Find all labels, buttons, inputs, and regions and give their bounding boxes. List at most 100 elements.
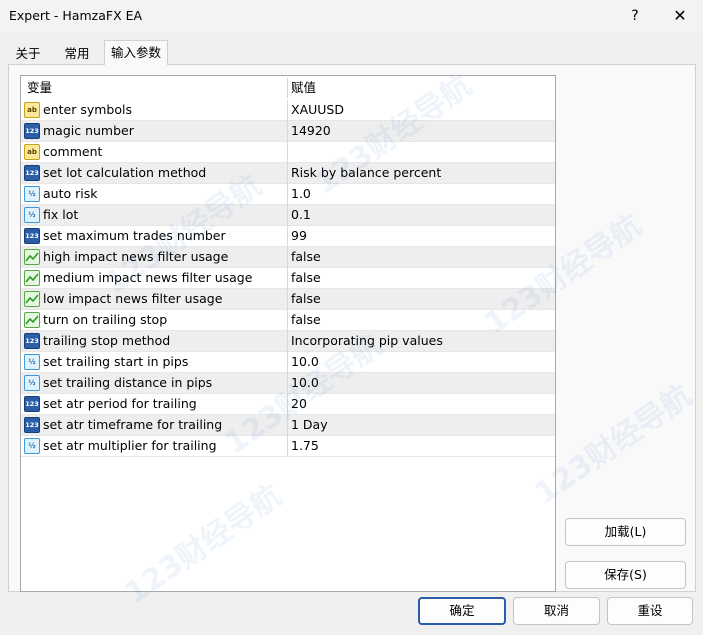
parameter-row[interactable]: 123 magic number 14920	[21, 121, 555, 142]
column-separator	[287, 142, 288, 163]
parameter-name: medium impact news filter usage	[43, 270, 253, 285]
bool-icon	[24, 312, 40, 328]
parameter-value[interactable]: 10.0	[291, 352, 319, 372]
parameter-name: fix lot	[43, 207, 79, 222]
column-separator	[287, 163, 288, 184]
parameter-row[interactable]: 123 trailing stop method Incorporating pip…	[21, 331, 555, 352]
column-separator	[287, 415, 288, 436]
parameter-value[interactable]: false	[291, 310, 321, 330]
parameter-row[interactable]: low impact news filter usage false	[21, 289, 555, 310]
parameter-row[interactable]: ab comment	[21, 142, 555, 163]
parameter-name: set trailing distance in pips	[43, 375, 213, 390]
parameter-value[interactable]: false	[291, 289, 321, 309]
column-separator	[287, 394, 288, 415]
header-variable[interactable]: 变量	[27, 76, 52, 100]
grid-header: 变量 赋值	[21, 76, 555, 100]
column-separator	[287, 352, 288, 373]
parameter-value[interactable]: 1.75	[291, 436, 319, 456]
column-separator	[287, 205, 288, 226]
fraction-icon: ½	[24, 186, 40, 202]
parameter-value[interactable]: 99	[291, 226, 307, 246]
parameter-value[interactable]: 10.0	[291, 373, 319, 393]
parameter-name: enter symbols	[43, 102, 132, 117]
123-icon: 123	[24, 123, 40, 139]
123-icon: 123	[24, 228, 40, 244]
ab-icon: ab	[24, 144, 40, 160]
column-separator	[287, 226, 288, 247]
parameter-name: comment	[43, 144, 103, 159]
column-separator	[287, 100, 288, 121]
load-button[interactable]: 加载(L)	[565, 518, 686, 546]
save-button[interactable]: 保存(S)	[565, 561, 686, 589]
parameter-row[interactable]: ½ set atr multiplier for trailing 1.75	[21, 436, 555, 457]
window-title: Expert - HamzaFX EA	[9, 8, 143, 23]
parameter-row[interactable]: ½ fix lot 0.1	[21, 205, 555, 226]
column-separator	[287, 247, 288, 268]
parameter-value[interactable]: false	[291, 268, 321, 288]
parameter-name: set atr period for trailing	[43, 396, 197, 411]
parameter-row[interactable]: high impact news filter usage false	[21, 247, 555, 268]
fraction-icon: ½	[24, 354, 40, 370]
parameter-row[interactable]: ½ set trailing start in pips 10.0	[21, 352, 555, 373]
bool-icon	[24, 270, 40, 286]
tab-about[interactable]: 关于	[14, 44, 42, 64]
parameter-value[interactable]: 20	[291, 394, 307, 414]
column-separator	[287, 184, 288, 205]
close-button[interactable]: ✕	[664, 4, 696, 28]
parameter-value[interactable]: false	[291, 247, 321, 267]
parameter-name: set atr timeframe for trailing	[43, 417, 223, 432]
parameter-value[interactable]: Incorporating pip values	[291, 331, 443, 351]
help-button[interactable]: ?	[621, 4, 649, 28]
parameter-row[interactable]: ½ set trailing distance in pips 10.0	[21, 373, 555, 394]
parameter-row[interactable]: 123 set atr period for trailing 20	[21, 394, 555, 415]
parameter-value[interactable]: Risk by balance percent	[291, 163, 441, 183]
parameter-name: low impact news filter usage	[43, 291, 223, 306]
tab-inputs[interactable]: 输入参数	[104, 40, 168, 65]
parameter-name: magic number	[43, 123, 134, 138]
parameter-row[interactable]: 123 set maximum trades number 99	[21, 226, 555, 247]
parameter-name: high impact news filter usage	[43, 249, 229, 264]
parameter-name: set maximum trades number	[43, 228, 226, 243]
parameter-value[interactable]: 1.0	[291, 184, 311, 204]
fraction-icon: ½	[24, 438, 40, 454]
parameter-value[interactable]: XAUUSD	[291, 100, 344, 120]
ok-button[interactable]: 确定	[418, 597, 506, 625]
parameter-name: set trailing start in pips	[43, 354, 189, 369]
column-separator	[287, 289, 288, 310]
reset-button[interactable]: 重设	[607, 597, 693, 625]
parameters-grid: 变量 赋值 ab enter symbols XAUUSD 123 magic numb…	[20, 75, 556, 592]
parameter-name: set lot calculation method	[43, 165, 207, 180]
123-icon: 123	[24, 396, 40, 412]
tab-common[interactable]: 常用	[60, 44, 94, 64]
parameter-row[interactable]: ½ auto risk 1.0	[21, 184, 555, 205]
ab-icon: ab	[24, 102, 40, 118]
parameter-name: trailing stop method	[43, 333, 171, 348]
fraction-icon: ½	[24, 375, 40, 391]
123-icon: 123	[24, 165, 40, 181]
column-separator	[287, 373, 288, 394]
column-separator	[287, 331, 288, 352]
parameter-row[interactable]: turn on trailing stop false	[21, 310, 555, 331]
parameter-row[interactable]: 123 set atr timeframe for trailing 1 Day	[21, 415, 555, 436]
bool-icon	[24, 291, 40, 307]
parameter-row[interactable]: ab enter symbols XAUUSD	[21, 100, 555, 121]
123-icon: 123	[24, 417, 40, 433]
title-bar: Expert - HamzaFX EA ? ✕	[0, 0, 703, 32]
parameter-row[interactable]: medium impact news filter usage false	[21, 268, 555, 289]
parameter-name: auto risk	[43, 186, 98, 201]
parameter-value[interactable]: 0.1	[291, 205, 311, 225]
column-separator	[287, 310, 288, 331]
parameter-name: turn on trailing stop	[43, 312, 168, 327]
fraction-icon: ½	[24, 207, 40, 223]
parameter-name: set atr multiplier for trailing	[43, 438, 217, 453]
cancel-button[interactable]: 取消	[513, 597, 600, 625]
column-separator	[287, 436, 288, 457]
bool-icon	[24, 249, 40, 265]
column-separator	[287, 121, 288, 142]
parameter-value[interactable]: 1 Day	[291, 415, 328, 435]
header-value[interactable]: 赋值	[291, 76, 316, 100]
parameter-row[interactable]: 123 set lot calculation method Risk by bal…	[21, 163, 555, 184]
header-separator[interactable]	[287, 78, 288, 98]
parameter-value[interactable]: 14920	[291, 121, 331, 141]
123-icon: 123	[24, 333, 40, 349]
